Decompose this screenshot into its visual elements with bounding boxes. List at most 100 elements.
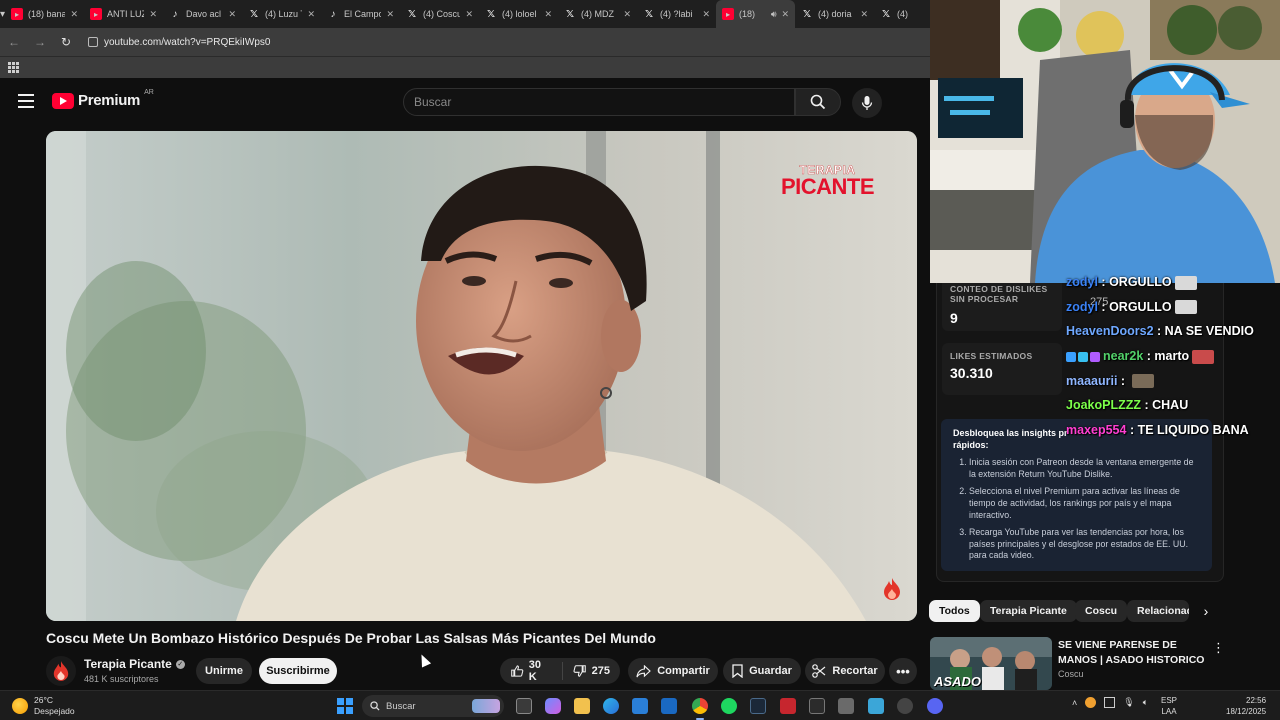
- join-button[interactable]: Unirme: [196, 658, 252, 684]
- recording-app-icon[interactable]: [780, 698, 796, 714]
- tab-title: (4) Luzu T: [265, 9, 303, 19]
- like-count: 30 K: [528, 659, 542, 683]
- tab-close-icon[interactable]: ✕: [781, 9, 789, 20]
- browser-tab[interactable]: ♪ Davo acl ✕: [163, 0, 242, 28]
- channel-avatar[interactable]: [46, 656, 76, 686]
- reload-icon[interactable]: ↻: [58, 35, 74, 49]
- tray-app-icon[interactable]: [1085, 697, 1097, 708]
- chrome-icon[interactable]: [692, 698, 708, 714]
- photos-icon[interactable]: [868, 698, 884, 714]
- tab-close-icon[interactable]: ✕: [149, 9, 157, 20]
- channel-name[interactable]: Terapia Picante ✓: [84, 657, 185, 671]
- tab-close-icon[interactable]: ✕: [623, 9, 631, 20]
- temperature: 26°C: [34, 695, 53, 705]
- tab-close-icon[interactable]: ✕: [860, 9, 868, 20]
- windows-start-icon[interactable]: [337, 698, 353, 714]
- tab-close-icon[interactable]: ✕: [702, 9, 710, 20]
- browser-tab[interactable]: ♪ El Campo ✕: [321, 0, 400, 28]
- youtube-premium-logo[interactable]: Premium AR: [52, 89, 154, 109]
- steam-icon[interactable]: [750, 698, 766, 714]
- site-info-icon[interactable]: [88, 37, 98, 47]
- tab-close-icon[interactable]: ✕: [544, 9, 552, 20]
- chat-username: zodyl: [1066, 275, 1098, 289]
- insights-step: Selecciona el nivel Premium para activar…: [969, 486, 1200, 522]
- save-button[interactable]: Guardar: [723, 658, 801, 684]
- tab-audio-icon[interactable]: 🔊︎: [771, 9, 777, 20]
- tray-volume-icon[interactable]: 🔈︎: [1143, 697, 1148, 708]
- task-view-icon[interactable]: [516, 698, 532, 714]
- back-icon[interactable]: ←: [6, 35, 22, 49]
- browser-tab[interactable]: ▸ (18) 🔊︎ ✕: [716, 0, 796, 28]
- forward-icon[interactable]: →: [32, 35, 48, 49]
- microphone-icon: [861, 96, 873, 110]
- like-button[interactable]: 30 K: [500, 658, 562, 684]
- file-explorer-icon[interactable]: [574, 698, 590, 714]
- dislike-button[interactable]: 275: [563, 658, 620, 684]
- video-player[interactable]: TERAPIA PICANTE: [46, 131, 917, 621]
- verified-icon: ✓: [175, 659, 185, 669]
- voice-search-button[interactable]: [852, 88, 882, 118]
- copilot-icon[interactable]: [545, 698, 561, 714]
- tab-close-icon[interactable]: ✕: [465, 9, 473, 20]
- badge-icon: [1078, 351, 1088, 362]
- chip-terapia-picante[interactable]: Terapia Picante: [980, 600, 1077, 622]
- browser-tab[interactable]: 𝕏 (4) Coscu ✕: [400, 0, 479, 28]
- browser-tab[interactable]: 𝕏 (4) loloel ✕: [479, 0, 558, 28]
- search-input[interactable]: Buscar: [403, 88, 795, 116]
- language-indicator[interactable]: ESP LAA: [1161, 695, 1177, 717]
- tab-close-icon[interactable]: ✕: [70, 9, 78, 20]
- like-dislike-group: 30 K 275: [500, 658, 620, 684]
- chip-todos[interactable]: Todos: [929, 600, 980, 622]
- channel-fire-icon: [53, 661, 69, 681]
- apps-grid-icon[interactable]: [8, 62, 19, 73]
- browser-tab[interactable]: ▸ ANTI LUZ ✕: [84, 0, 163, 28]
- discord-icon[interactable]: [927, 698, 943, 714]
- chip-coscu[interactable]: Coscu: [1075, 600, 1128, 622]
- url-text[interactable]: youtube.com/watch?v=PRQEkiIWps0: [104, 37, 270, 48]
- channel-name-text[interactable]: Terapia Picante: [84, 657, 172, 671]
- recommendation-thumbnail[interactable]: ASADO: [930, 637, 1052, 690]
- search-button[interactable]: [795, 88, 841, 116]
- share-button[interactable]: Compartir: [628, 658, 718, 684]
- tray-microphone-icon[interactable]: 🎙︎: [1123, 697, 1134, 708]
- game-app-icon[interactable]: [838, 698, 854, 714]
- subscribe-button[interactable]: Suscribirme: [259, 658, 337, 684]
- tray-chevron-up-icon[interactable]: ˄: [1072, 698, 1077, 708]
- recommendation-channel[interactable]: Coscu: [1058, 669, 1084, 679]
- chip-relacionados[interactable]: Relacionados: [1127, 600, 1189, 622]
- stream-app-icon[interactable]: [809, 698, 825, 714]
- more-vertical-icon[interactable]: ⋮: [1212, 640, 1225, 656]
- tab-close-icon[interactable]: ✕: [307, 9, 315, 20]
- chat-emote-icon: [1131, 374, 1154, 389]
- url-field[interactable]: youtube.com/watch?v=PRQEkiIWps0: [88, 37, 270, 48]
- more-actions-button[interactable]: •••: [889, 658, 917, 684]
- browser-tab[interactable]: ▸ (18) bana ✕: [5, 0, 84, 28]
- chat-message: JoakoPLZZZ : CHAU: [1066, 398, 1189, 413]
- browser-tab[interactable]: 𝕏 (4) ?labi ✕: [637, 0, 716, 28]
- system-clock[interactable]: 22:56 18/12/2025: [1226, 695, 1266, 717]
- settings-icon[interactable]: [897, 698, 913, 714]
- tab-close-icon[interactable]: ✕: [386, 9, 394, 20]
- edge-icon[interactable]: [603, 698, 619, 714]
- chat-message: maaaurii :: [1066, 369, 1280, 394]
- weather-widget[interactable]: 26°C Despejado: [12, 695, 75, 717]
- tab-title: (4) doria: [818, 9, 852, 19]
- tray-network-icon[interactable]: [1104, 697, 1116, 708]
- browser-tab[interactable]: 𝕏 (4) MDZ ✕: [558, 0, 637, 28]
- browser-tab[interactable]: 𝕏 (4) Luzu T ✕: [242, 0, 321, 28]
- youtube-play-icon: [52, 92, 74, 109]
- taskbar-search[interactable]: Buscar: [362, 695, 504, 717]
- store-icon[interactable]: [632, 698, 648, 714]
- menu-icon[interactable]: [18, 94, 34, 108]
- raw-dislikes-card: CONTEO DE DISLIKES SIN PROCESAR 9: [942, 276, 1062, 331]
- insights-step: Recarga YouTube para ver las tendencias …: [969, 527, 1200, 563]
- youtube-favicon-icon: ▸: [722, 8, 735, 20]
- outlook-icon[interactable]: [661, 698, 677, 714]
- clip-button[interactable]: Recortar: [805, 658, 885, 684]
- spotify-icon[interactable]: [721, 698, 737, 714]
- recommendation-title[interactable]: SE VIENE PARENSE DE MANOS | ASADO HISTOR…: [1058, 638, 1206, 668]
- chevron-right-icon[interactable]: ›: [1198, 603, 1214, 619]
- chat-username: maaaurii: [1066, 373, 1118, 388]
- tab-close-icon[interactable]: ✕: [228, 9, 236, 20]
- browser-tab[interactable]: 𝕏 (4) doria ✕: [795, 0, 874, 28]
